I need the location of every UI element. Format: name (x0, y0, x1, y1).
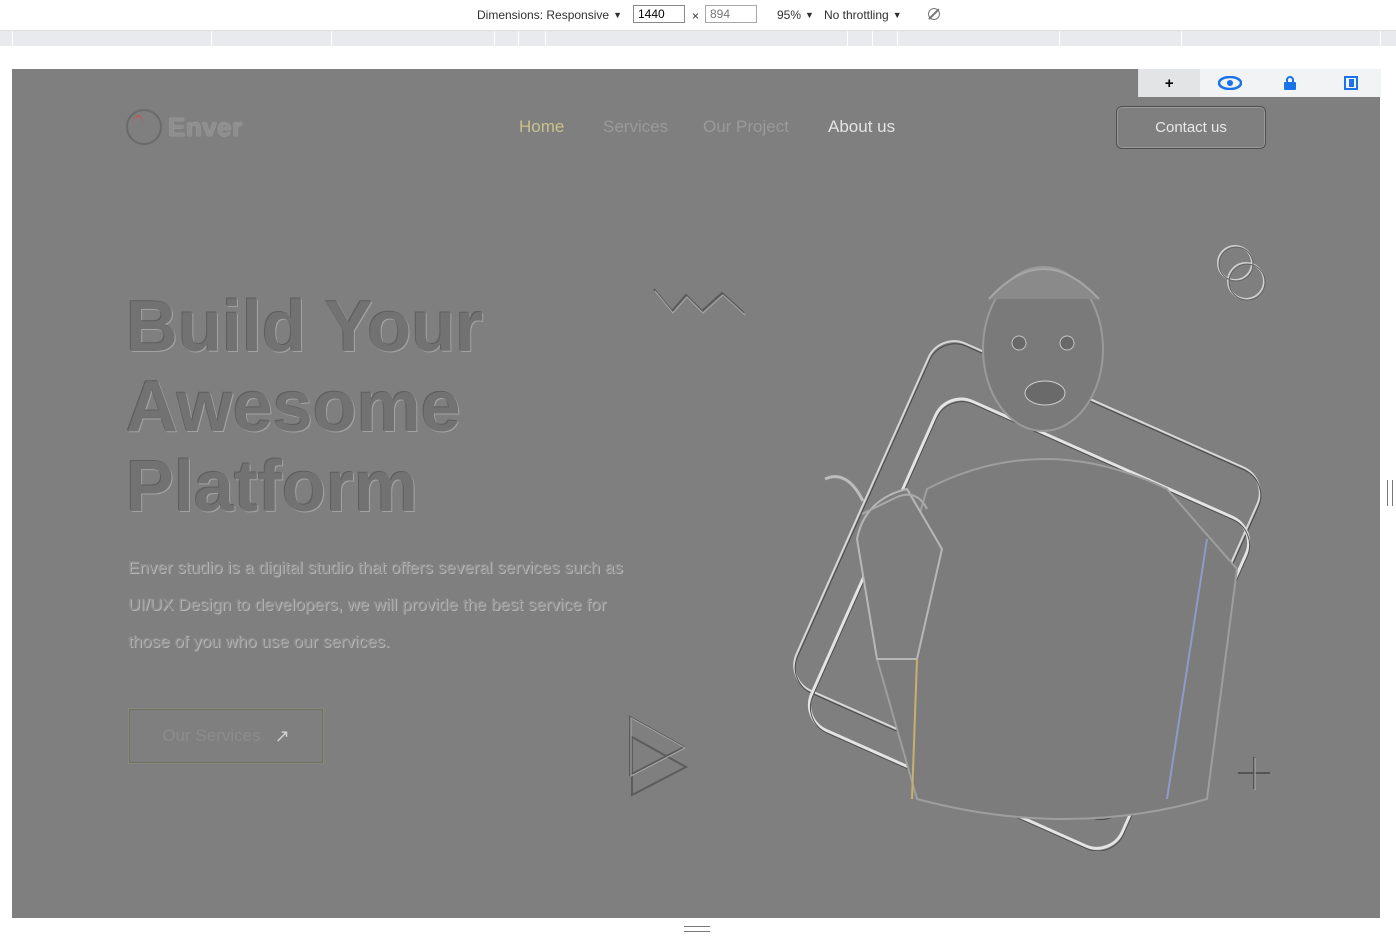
headline-line: Platform (126, 447, 419, 527)
nav-home[interactable]: Home (519, 117, 564, 137)
our-services-button[interactable]: Our Services ↗ (128, 708, 324, 764)
media-query-ruler[interactable] (0, 31, 1396, 46)
hero-person-image (793, 266, 1262, 851)
zoom-dropdown[interactable]: 95% ▼ (777, 8, 814, 22)
throttle-label: No throttling (824, 8, 889, 22)
nav-about-us[interactable]: About us (828, 117, 895, 137)
cta-label: Our Services (162, 726, 261, 745)
hero-description: Enver studio is a digital studio that of… (128, 558, 623, 651)
width-input[interactable] (633, 5, 685, 23)
resize-handle-right[interactable] (1387, 480, 1393, 506)
caret-down-icon: ▼ (805, 10, 814, 20)
logo-icon (126, 109, 162, 145)
brand-name: Enver (168, 111, 243, 142)
headline-line: Build Your (126, 287, 484, 367)
resize-handle-bottom[interactable] (684, 926, 710, 932)
nav-our-project[interactable]: Our Project (703, 117, 789, 137)
page-viewport: Enver Home Services Our Project About us… (12, 69, 1380, 918)
caret-down-icon: ▼ (613, 10, 622, 20)
throttling-dropdown[interactable]: No throttling ▼ (824, 8, 902, 22)
size-separator: × (692, 9, 700, 23)
overlay-toolbar: + (1138, 69, 1381, 97)
height-input[interactable] (705, 5, 757, 23)
play-triangles-decoration (629, 715, 689, 797)
hero-headline: Build Your Awesome Platform (126, 287, 483, 527)
lock-icon[interactable] (1260, 69, 1321, 97)
devtools-toolbar: Dimensions: Responsive ▼ × 95% ▼ No thro… (0, 0, 1396, 31)
layout-icon[interactable] (1321, 69, 1382, 97)
caret-down-icon: ▼ (892, 10, 902, 20)
brand-logo[interactable]: Enver (126, 109, 243, 145)
add-button[interactable]: + (1139, 69, 1200, 97)
nav-services[interactable]: Services (603, 117, 668, 137)
rotate-icon[interactable] (928, 8, 940, 20)
contact-button[interactable]: Contact us (1116, 106, 1266, 149)
eye-icon[interactable] (1200, 69, 1261, 97)
zigzag-decoration (653, 288, 746, 316)
dimensions-label: Dimensions: Responsive (477, 8, 610, 22)
zoom-label: 95% (777, 8, 802, 22)
headline-line: Awesome (126, 367, 461, 447)
arrow-up-right-icon: ↗ (274, 725, 290, 746)
dimensions-dropdown[interactable]: Dimensions: Responsive ▼ (477, 8, 622, 22)
